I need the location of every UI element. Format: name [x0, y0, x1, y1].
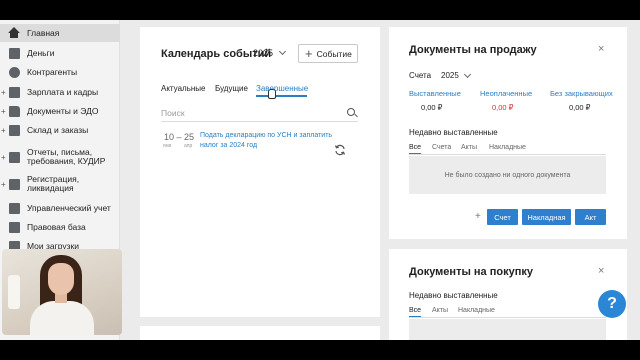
law-icon	[9, 221, 20, 233]
tab-all[interactable]: Все	[409, 307, 421, 314]
close-icon[interactable]: ×	[598, 265, 604, 277]
create-act-button[interactable]: Акт	[575, 209, 606, 225]
secondary-card	[140, 326, 380, 340]
sidebar-item-money[interactable]: Деньги	[0, 44, 120, 62]
sales-docs-title: Документы на продажу	[409, 44, 537, 56]
search-input[interactable]: Поиск	[161, 108, 185, 118]
tab-waybills[interactable]: Накладные	[458, 307, 495, 314]
invoices-label: Счета	[409, 71, 432, 80]
stat-no-closing-label[interactable]: Без закрывающих	[550, 89, 613, 98]
close-icon[interactable]: ×	[598, 43, 604, 55]
stat-unpaid-value: 0,00 ₽	[492, 103, 514, 112]
calendar-year-select[interactable]: 2025	[253, 47, 287, 58]
sales-documents-card: Документы на продажу × Счета 2025 Выстав…	[389, 27, 627, 239]
tab-waybills[interactable]: Накладные	[489, 144, 526, 151]
tab-current[interactable]: Актуальные	[161, 84, 206, 93]
money-icon	[9, 47, 20, 59]
tab-completed[interactable]: Завершенные	[256, 84, 308, 93]
tab-invoices[interactable]: Счета	[432, 144, 451, 151]
sidebar-item-management[interactable]: Управленческий учет	[0, 199, 120, 217]
event-month-to: апр	[184, 143, 193, 149]
event-date-range: 10 – 25	[164, 132, 195, 142]
stat-issued-label[interactable]: Выставленные	[409, 89, 461, 98]
purchase-docs-title: Документы на покупку	[409, 266, 533, 278]
tab-acts[interactable]: Акты	[432, 307, 448, 314]
expand-icon[interactable]: +	[1, 180, 6, 189]
sidebar-item-contacts[interactable]: Контрагенты	[0, 63, 120, 81]
create-waybill-button[interactable]: Накладная	[522, 209, 571, 225]
event-link[interactable]: Подать декларацию по УСН и заплатить нал…	[200, 131, 335, 151]
presenter-webcam	[2, 249, 122, 335]
events-calendar-card: Календарь событий 2025 + Событие Актуаль…	[140, 27, 380, 317]
sidebar-item-salary[interactable]: + Зарплата и кадры	[0, 83, 120, 101]
chevron-down-icon	[278, 47, 287, 56]
recent-label: Недавно выставленные	[409, 128, 498, 137]
management-icon	[9, 202, 20, 214]
cursor-icon	[268, 89, 276, 99]
tab-indicator	[256, 95, 307, 97]
salary-icon	[9, 86, 20, 98]
expand-icon[interactable]: +	[1, 153, 6, 162]
sales-year-select[interactable]: 2025	[441, 70, 471, 80]
sidebar-item-warehouse[interactable]: + Склад и заказы	[0, 121, 120, 139]
create-invoice-button[interactable]: Счет	[487, 209, 518, 225]
add-event-button[interactable]: + Событие	[298, 44, 358, 63]
sidebar-item-documents[interactable]: + Документы и ЭДО	[0, 102, 120, 120]
expand-icon[interactable]: +	[1, 126, 6, 135]
sidebar-item-registration[interactable]: + Регистрация, ликвидация	[0, 174, 120, 194]
expand-icon[interactable]: +	[1, 107, 6, 116]
app-screen: Главная Деньги Контрагенты + Зарплата и …	[0, 20, 640, 340]
sidebar-item-home[interactable]: Главная	[0, 24, 120, 42]
plus-icon[interactable]: +	[475, 211, 481, 222]
empty-state: Не было создано ни одного документа	[409, 156, 606, 194]
refresh-icon[interactable]	[334, 144, 346, 156]
reports-icon	[9, 151, 20, 163]
contacts-icon	[9, 66, 20, 78]
help-button[interactable]: ?	[598, 290, 626, 318]
sidebar-item-law[interactable]: Правовая база	[0, 218, 120, 236]
sidebar-item-reports[interactable]: + Отчеты, письма, требования, КУДИР	[0, 143, 120, 171]
purchase-documents-card: Документы на покупку × Недавно выставлен…	[389, 249, 627, 340]
event-month-from: янв	[163, 143, 172, 149]
tab-all[interactable]: Все	[409, 144, 421, 151]
tab-acts[interactable]: Акты	[461, 144, 477, 151]
recent-label: Недавно выставленные	[409, 291, 498, 300]
tab-future[interactable]: Будущие	[215, 84, 248, 93]
warehouse-icon	[9, 124, 20, 136]
stat-issued-value: 0,00 ₽	[421, 103, 443, 112]
documents-icon	[9, 105, 20, 117]
empty-state	[409, 319, 606, 340]
stat-unpaid-label[interactable]: Неоплаченные	[480, 89, 532, 98]
stat-no-closing-value: 0,00 ₽	[569, 103, 591, 112]
plus-icon: +	[305, 45, 313, 61]
chevron-down-icon	[463, 70, 471, 78]
expand-icon[interactable]: +	[1, 88, 6, 97]
registration-icon	[9, 178, 20, 190]
